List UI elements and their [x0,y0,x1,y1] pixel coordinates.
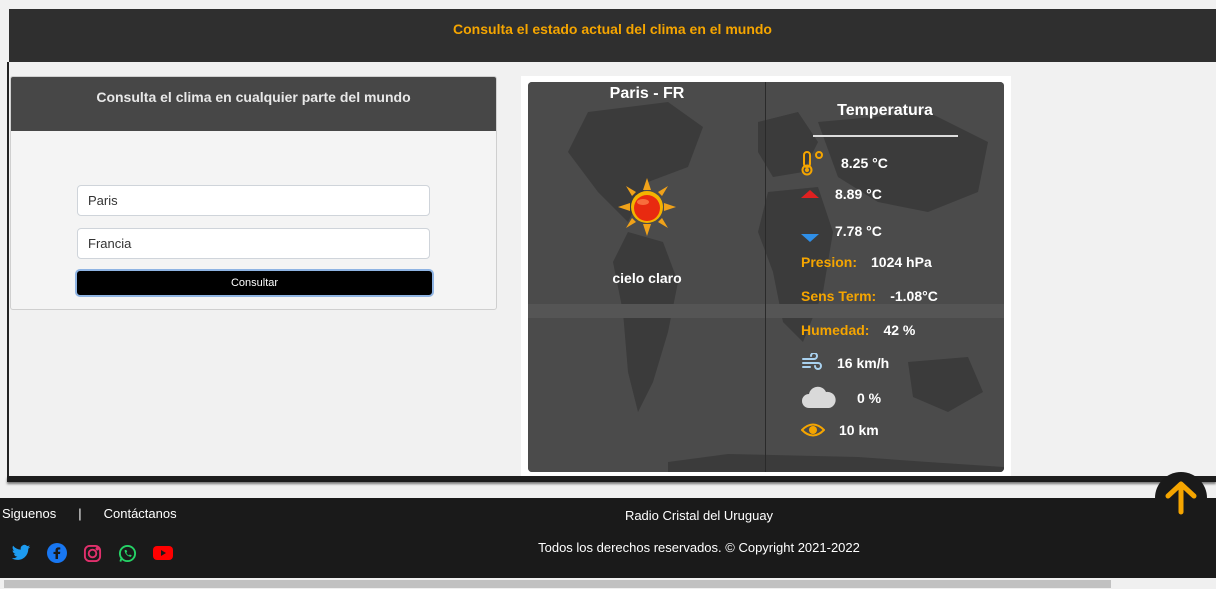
humidity-value: 42 % [883,322,916,338]
max-temp-row: 8.89 °C [801,186,882,202]
max-temp-value: 8.89 °C [835,186,882,202]
pressure-label: Presion: [801,254,858,270]
whatsapp-icon[interactable] [118,544,137,566]
current-temp-value: 8.25 °C [841,155,888,171]
scrollbar-thumb[interactable] [4,580,1111,588]
feels-like-row: Sens Term: -1.08°C [801,288,938,304]
top-header: Consulta el estado actual del clima en e… [9,9,1216,62]
wind-row: 16 km/h [801,353,889,373]
form-card-header: Consulta el clima en cualquier parte del… [11,77,496,131]
contact-link[interactable]: Contáctanos [104,506,177,521]
city-input[interactable]: Paris [77,185,430,216]
humidity-row: Humedad: 42 % [801,322,915,338]
weather-description: cielo claro [612,270,682,286]
frame-border-left [7,62,9,480]
arrow-up-icon [1165,481,1197,515]
footer-copyright: Todos los derechos reservados. © Copyrig… [538,540,860,555]
thermometer-icon [801,150,827,176]
facebook-icon[interactable] [47,543,67,566]
follow-link[interactable]: Siguenos [2,506,56,521]
twitter-icon[interactable] [11,544,31,565]
temperature-heading: Temperatura [837,102,933,119]
humidity-label: Humedad: [801,322,870,338]
consultar-button[interactable]: Consultar [77,271,432,295]
arrow-up-icon [801,187,819,201]
search-form-card: Consulta el clima en cualquier parte del… [10,76,497,310]
pressure-row: Presion: 1024 hPa [801,254,932,270]
wind-icon [801,353,823,373]
visibility-row: 10 km [801,420,879,440]
page-title: Consulta el estado actual del clima en e… [453,21,772,37]
clouds-value: 0 % [857,390,882,406]
footer: Siguenos | Contáctanos Radio Cristal del… [0,498,1216,578]
eye-icon [801,420,825,440]
page: Consulta el estado actual del clima en e… [0,0,1216,589]
sun-icon [618,178,676,236]
youtube-icon[interactable] [153,545,173,564]
frame-border-bottom [7,476,1216,482]
footer-links: Siguenos | Contáctanos [2,506,177,521]
min-temp-value: 7.78 °C [835,223,882,239]
clouds-row: 0 % [801,386,881,410]
feels-like-value: -1.08°C [890,288,938,304]
min-temp-row: 7.78 °C [801,217,882,245]
current-temp-row: 8.25 °C [801,150,888,176]
instagram-icon[interactable] [83,544,102,566]
feels-like-label: Sens Term: [801,288,877,304]
scroll-to-top-button[interactable] [1155,472,1207,524]
country-input[interactable]: Francia [77,228,430,259]
cloud-icon [801,386,837,410]
visibility-value: 10 km [839,422,879,438]
horizontal-scrollbar[interactable] [0,578,1216,589]
wind-value: 16 km/h [837,355,890,371]
pressure-value: 1024 hPa [871,254,932,270]
footer-brand: Radio Cristal del Uruguay [624,508,774,523]
location-title: Paris - FR [609,85,685,102]
arrow-down-icon [801,231,819,245]
form-title: Consulta el clima en cualquier parte del… [96,89,411,105]
temperature-heading-rule [813,135,958,137]
footer-separator: | [78,506,82,521]
social-icons [11,543,173,566]
